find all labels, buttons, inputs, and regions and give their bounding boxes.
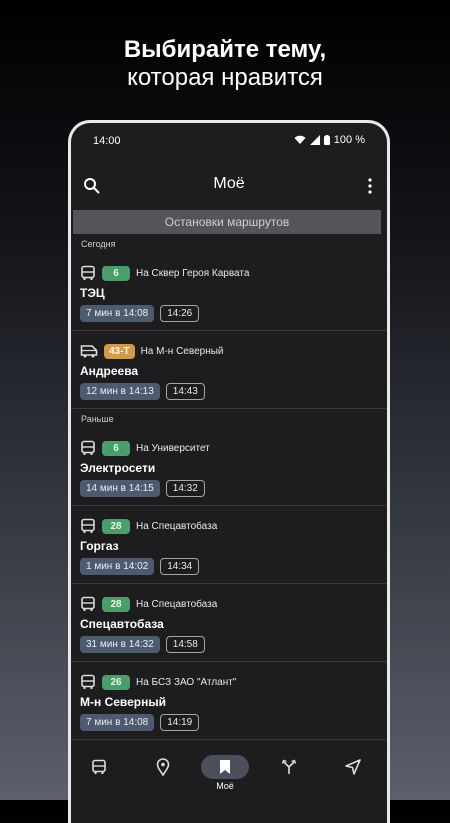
wait-chip: 31 мин в 14:32 xyxy=(80,636,160,653)
status-time: 14:00 xyxy=(93,135,121,147)
nav-routes[interactable] xyxy=(269,755,309,779)
fork-route-icon xyxy=(281,759,297,774)
list-item[interactable]: 28 На Спецавтобаза Горгаз 1 мин в 14:02 … xyxy=(71,506,387,584)
wait-chip: 12 мин в 14:13 xyxy=(80,383,160,400)
bottom-navigation: Моё xyxy=(71,743,387,823)
bus-icon xyxy=(81,518,95,533)
time-chip: 14:34 xyxy=(160,558,200,575)
wait-chip: 7 мин в 14:08 xyxy=(80,305,155,322)
more-menu-icon[interactable] xyxy=(367,177,373,195)
phone-frame: 14:00 100 % Моё Остановки маршрутов Сего… xyxy=(68,120,390,823)
route-direction: На Спецавтобаза xyxy=(136,598,218,610)
stop-name: Спецавтобаза xyxy=(80,617,164,631)
minibus-icon xyxy=(80,345,98,358)
navigation-arrow-icon xyxy=(345,759,361,775)
route-badge: 6 xyxy=(102,440,130,456)
time-chip: 14:19 xyxy=(160,714,200,731)
bus-icon xyxy=(81,440,95,455)
nav-stops[interactable] xyxy=(143,755,183,779)
nav-mine[interactable] xyxy=(201,755,249,779)
battery-icon xyxy=(323,135,330,145)
route-badge: 28 xyxy=(102,518,130,534)
bus-icon xyxy=(81,674,95,689)
wait-chip: 7 мин в 14:08 xyxy=(80,714,155,731)
route-badge: 26 xyxy=(102,674,130,690)
time-chip: 14:32 xyxy=(165,480,205,497)
stop-name: М-н Северный xyxy=(80,695,167,709)
nav-transport[interactable] xyxy=(79,755,119,779)
nav-mine-label: Моё xyxy=(216,781,234,791)
stops-list: Сегодня 6 На Сквер Героя Карвата ТЭЦ 7 м… xyxy=(71,234,387,740)
app-bar: Моё xyxy=(71,167,387,203)
stop-name: Андреева xyxy=(80,364,139,378)
location-pin-icon xyxy=(156,758,170,776)
route-direction: На БСЗ ЗАО "Атлант" xyxy=(136,676,237,688)
nav-navigation[interactable] xyxy=(333,755,373,779)
promo-headline: Выбирайте тему, которая нравится xyxy=(0,36,450,92)
time-chip: 14:58 xyxy=(165,636,205,653)
bookmark-icon xyxy=(220,760,230,774)
list-item[interactable]: 26 На БСЗ ЗАО "Атлант" М-н Северный 7 ми… xyxy=(71,662,387,740)
bus-icon xyxy=(81,596,95,611)
list-item[interactable]: 28 На Спецавтобаза Спецавтобаза 31 мин в… xyxy=(71,584,387,662)
stop-name: Электросети xyxy=(80,461,156,475)
headline-line2: которая нравится xyxy=(127,64,323,91)
list-item[interactable]: 6 На Сквер Героя Карвата ТЭЦ 7 мин в 14:… xyxy=(71,253,387,331)
list-item[interactable]: 6 На Университет Электросети 14 мин в 14… xyxy=(71,428,387,506)
stop-name: Горгаз xyxy=(80,539,119,553)
route-badge: 43-Т xyxy=(104,343,135,359)
stop-name: ТЭЦ xyxy=(80,286,105,300)
headline-line1: Выбирайте тему, xyxy=(123,36,327,63)
section-header: Остановки маршрутов xyxy=(73,210,381,234)
page-title: Моё xyxy=(213,175,245,192)
signal-icon xyxy=(309,135,320,145)
time-chip: 14:43 xyxy=(165,383,205,400)
group-label-today: Сегодня xyxy=(81,239,116,249)
wifi-icon xyxy=(294,135,306,144)
route-direction: На Спецавтобаза xyxy=(136,520,218,532)
route-badge: 6 xyxy=(102,265,130,281)
list-item[interactable]: 43-Т На М-н Северный Андреева 12 мин в 1… xyxy=(71,331,387,409)
route-direction: На Университет xyxy=(136,442,210,454)
route-direction: На М-н Северный xyxy=(140,345,224,357)
wait-chip: 1 мин в 14:02 xyxy=(80,558,155,575)
route-direction: На Сквер Героя Карвата xyxy=(136,267,250,279)
group-label-earlier: Раньше xyxy=(81,414,114,424)
time-chip: 14:26 xyxy=(160,305,200,322)
status-bar: 14:00 100 % xyxy=(71,131,387,151)
battery-percent: 100 % xyxy=(333,134,365,146)
bus-icon xyxy=(81,265,95,280)
wait-chip: 14 мин в 14:15 xyxy=(80,480,160,497)
route-badge: 28 xyxy=(102,596,130,612)
status-icons: 100 % xyxy=(294,134,365,146)
bus-icon xyxy=(92,759,106,774)
